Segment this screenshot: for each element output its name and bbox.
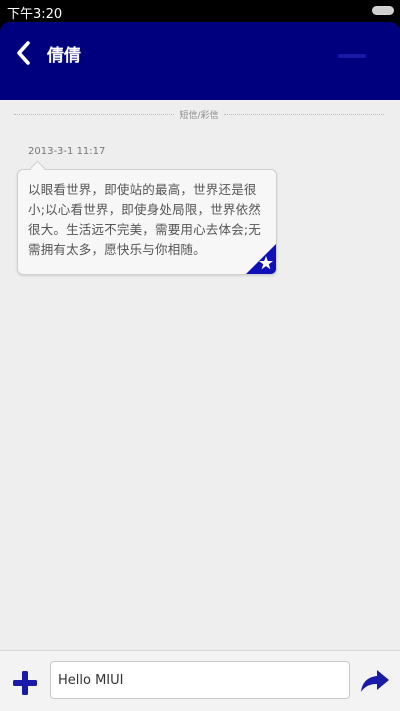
- header-action-hint[interactable]: [338, 54, 366, 58]
- conversation-header: 倩倩: [0, 22, 400, 100]
- send-button[interactable]: [360, 667, 390, 695]
- message-type-divider: 短信/彩信: [14, 108, 384, 122]
- status-bar: 下午3:20: [0, 0, 400, 22]
- message-timestamp: 2013-3-1 11:17: [28, 146, 106, 157]
- message-bubble[interactable]: 以眼看世界，即使站的最高，世界还是很小;以心看世界，即使身处局限，世界依然很大。…: [17, 169, 277, 275]
- star-icon[interactable]: [246, 244, 276, 274]
- divider-line-right: [224, 114, 384, 115]
- composer-bar: [0, 650, 400, 711]
- message-input[interactable]: [50, 661, 350, 699]
- back-button[interactable]: [12, 37, 40, 69]
- chevron-left-icon: [17, 41, 30, 65]
- contact-name[interactable]: 倩倩: [47, 41, 81, 66]
- message-text: 以眼看世界，即使站的最高，世界还是很小;以心看世界，即使身处局限，世界依然很大。…: [28, 182, 262, 257]
- battery-icon: [372, 6, 394, 15]
- send-arrow-icon: [361, 670, 389, 692]
- status-time: 下午3:20: [7, 7, 63, 22]
- add-attachment-button[interactable]: [11, 669, 39, 697]
- plus-icon: [13, 671, 37, 695]
